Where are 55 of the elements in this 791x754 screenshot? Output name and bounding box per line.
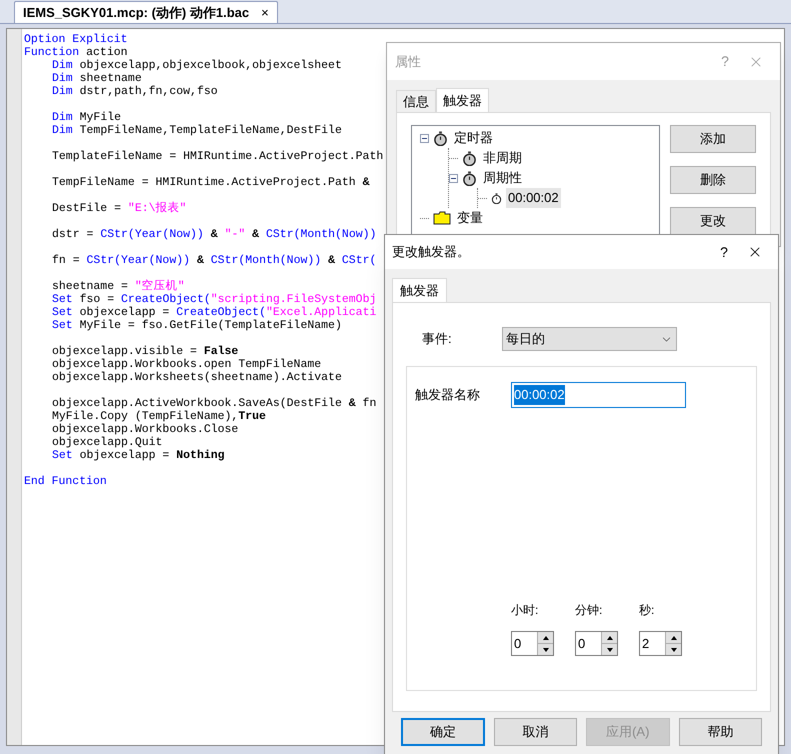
code-line: objexcelapp.Workbooks.open TempFileName [51, 358, 322, 371]
time-label: 分钟: [575, 602, 604, 619]
tab[interactable]: 触发器 [392, 278, 447, 302]
code-line: DestFile = "E:\报表" [51, 202, 188, 215]
close-button[interactable]: × [261, 6, 269, 19]
name-input[interactable]: 00:00:02 [511, 382, 686, 408]
code-line: Set objexcelapp = Nothing [51, 449, 226, 462]
time-spinner[interactable]: 0 [511, 631, 554, 656]
code-line: TempFileName = HMIRuntime.ActiveProject.Path & [51, 176, 370, 189]
time-spinner[interactable]: 0 [575, 631, 618, 656]
tab[interactable]: 触发器 [436, 88, 489, 112]
name-label: 触发器名称 [414, 386, 481, 404]
code-line: fn = CStr(Year(Now)) & CStr(Month(Now)) & CStr( [51, 254, 378, 267]
dialog-button[interactable]: 取消 [494, 718, 578, 746]
code-line: Dim TempFileName,TemplateFileName,DestFile [51, 124, 343, 137]
code-line: Dim sheetname [51, 72, 143, 85]
dialog-button[interactable]: 删除 [670, 166, 756, 194]
code-line: objexcelapp.visible = False [51, 345, 240, 358]
code-line: objexcelapp.ActiveWorkbook.SaveAs(DestFile & fn [51, 397, 378, 410]
tab[interactable]: 信息 [396, 90, 436, 112]
tree-item[interactable]: 周期性 [481, 168, 524, 188]
tree-item[interactable]: 非周期 [481, 148, 524, 168]
code-line: Set MyFile = fso.GetFile(TemplateFileName) [51, 319, 343, 332]
code-line: End Function [24, 475, 108, 488]
code-line: Function action [24, 46, 129, 59]
dialog-button[interactable]: 确定 [401, 718, 485, 746]
code-line: MyFile.Copy (TempFileName),True [51, 410, 267, 423]
code-line: objexcelapp.Quit [51, 436, 164, 449]
code-line: Set fso = CreateObject("scripting.FileSystemObj [51, 293, 378, 306]
dialog-button[interactable]: 帮助 [678, 718, 762, 746]
code-line: Option Explicit [24, 33, 129, 46]
event-dropdown[interactable]: 每日的 [502, 327, 677, 351]
code-line: dstr = CStr(Year(Now)) & "-" & CStr(Month(Now)) [51, 228, 378, 241]
code-line: Dim dstr,path,fn,cow,fso [51, 85, 219, 98]
dialog-button[interactable]: 更改 [670, 207, 756, 235]
code-line: Dim MyFile [51, 111, 122, 124]
code-line: sheetname = "空压机" [51, 280, 186, 293]
tab-title: IEMS_SGKY01.mcp: (动作) 动作1.bac [23, 4, 250, 22]
code-line: TemplateFileName = HMIRuntime.ActiveProject.Path [51, 150, 384, 163]
code-line: objexcelapp.Worksheets(sheetname).Activate [51, 371, 343, 384]
tree-item[interactable]: 变量 [455, 208, 485, 228]
tree-item[interactable]: 定时器 [452, 128, 495, 148]
event-label: 事件: [421, 330, 453, 348]
code-line: Dim objexcelapp,objexcelbook,objexcelsheet [51, 59, 343, 72]
code-line: objexcelapp.Workbooks.Close [51, 423, 240, 436]
time-label: 秒: [639, 602, 656, 619]
editor-tab[interactable]: IEMS_SGKY01.mcp: (动作) 动作1.bac × [14, 1, 278, 23]
dialog-button[interactable]: 添加 [670, 125, 756, 153]
time-label: 小时: [511, 602, 540, 619]
code-line: Set objexcelapp = CreateObject("Excel.Applicati [51, 306, 378, 319]
tree-item[interactable]: 00:00:02 [506, 188, 561, 208]
help-button[interactable]: ? [709, 242, 739, 262]
time-spinner[interactable]: 2 [639, 631, 682, 656]
dialog-title: 属性 [395, 52, 422, 71]
dialog-title: 更改触发器。 [392, 243, 471, 262]
